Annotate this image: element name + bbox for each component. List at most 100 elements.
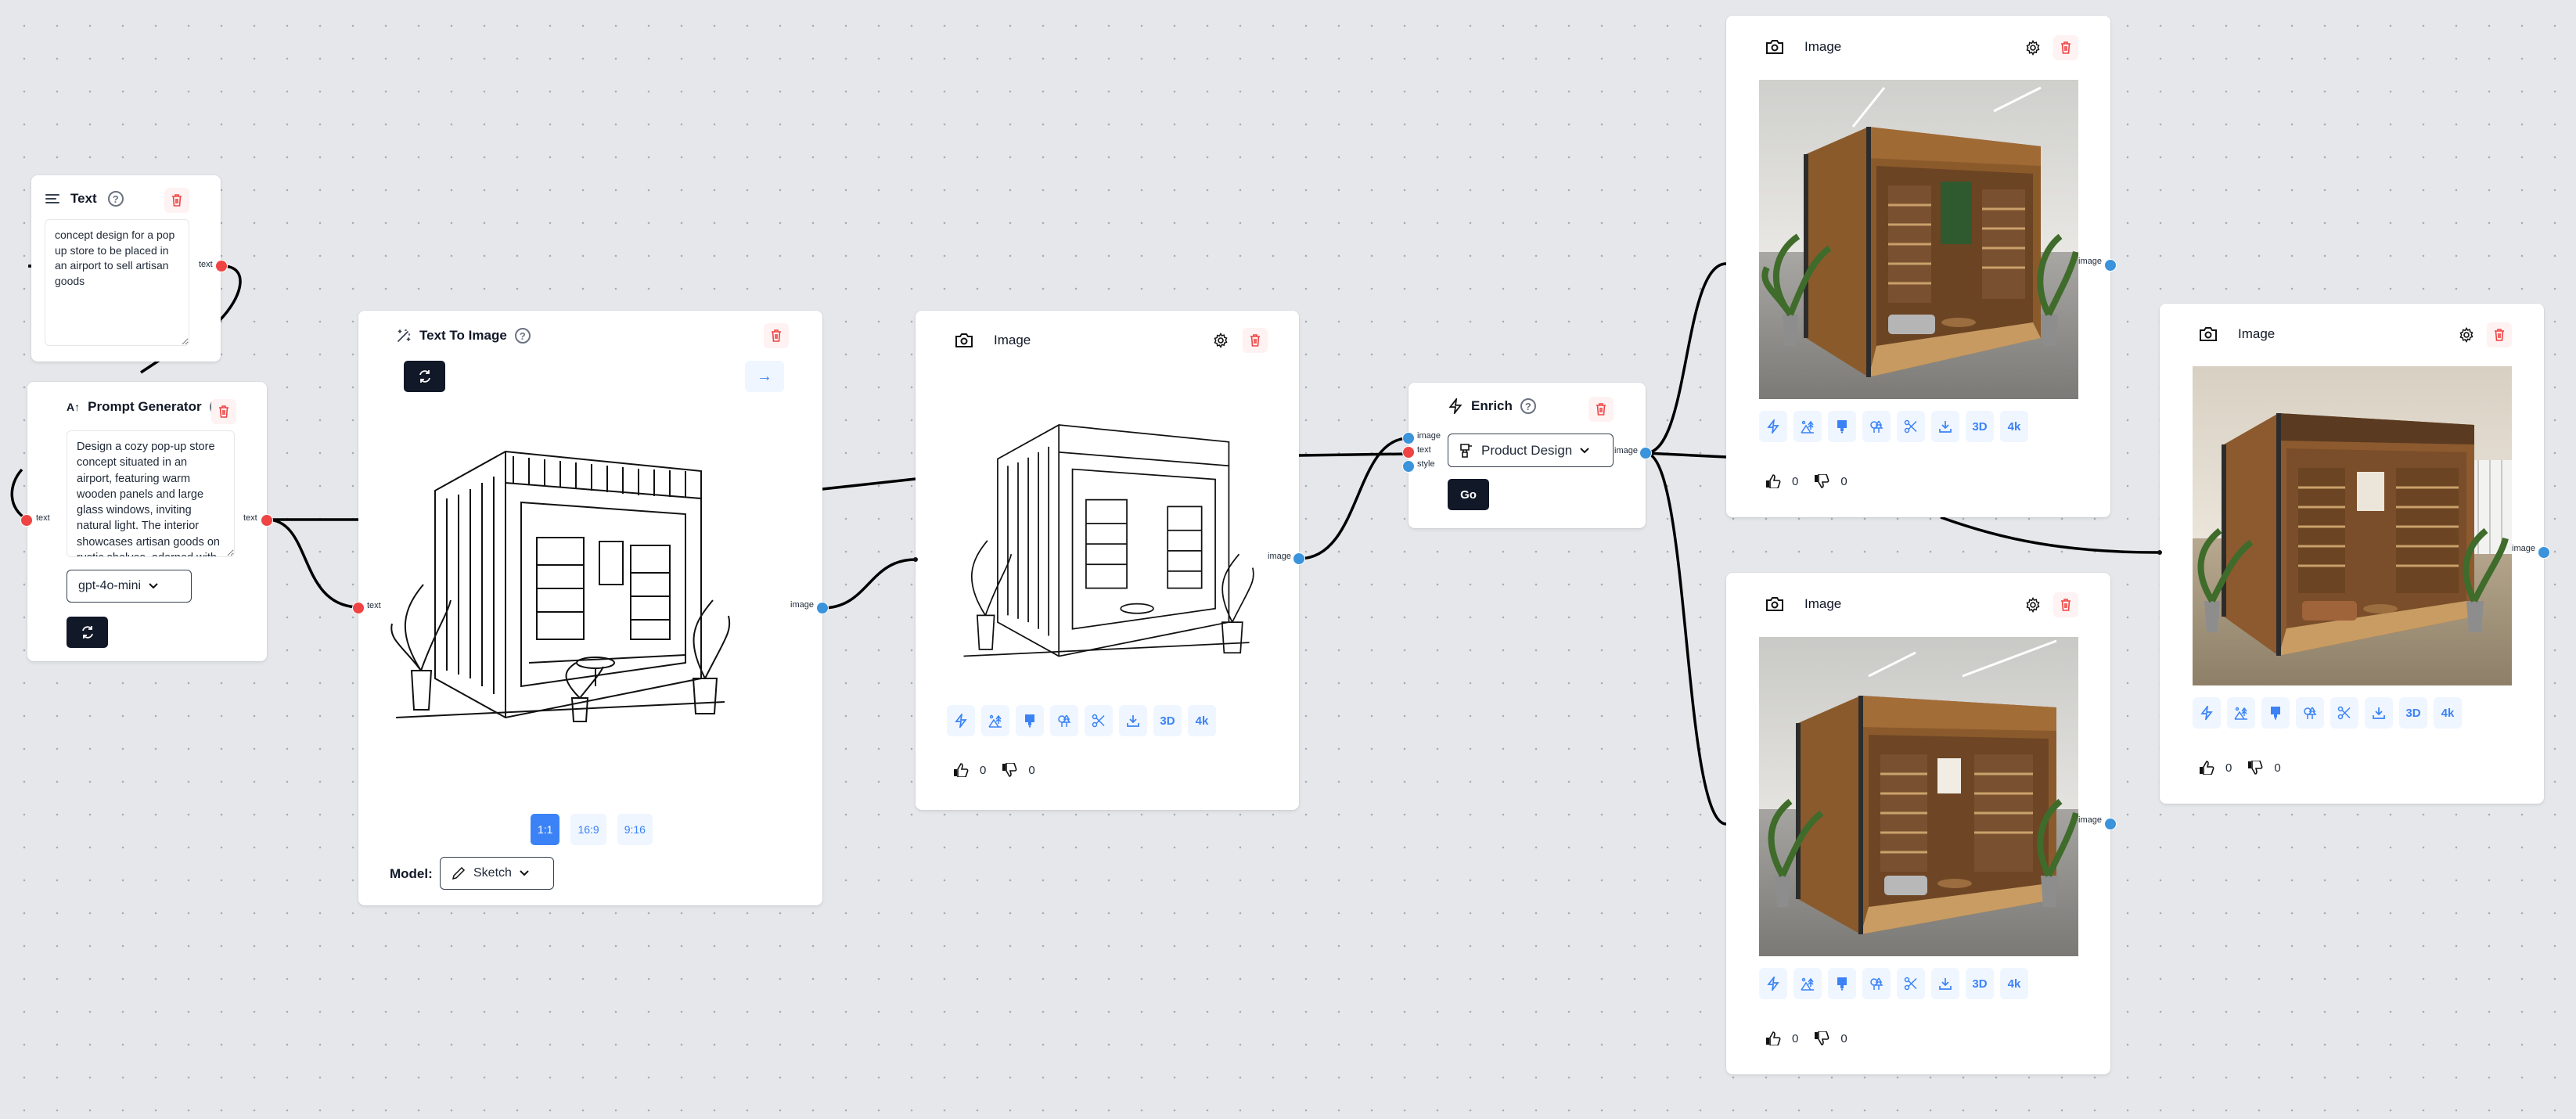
style-tool-button[interactable] — [1828, 411, 1856, 442]
help-icon[interactable]: ? — [1520, 398, 1536, 414]
regenerate-button[interactable] — [404, 361, 445, 392]
render-image — [1759, 80, 2078, 399]
thumbs-down-icon[interactable] — [1002, 763, 1017, 777]
thumbs-down-icon[interactable] — [1814, 474, 1829, 488]
download-button[interactable] — [2365, 697, 2393, 729]
image-node-header: Image — [955, 333, 1031, 348]
prompt-generator-node[interactable]: A↑ Prompt Generator ? Design a cozy pop-… — [27, 382, 267, 661]
3d-button[interactable]: 3D — [1153, 705, 1182, 736]
text-to-image-output-port[interactable] — [816, 602, 829, 614]
enrich-tool-button[interactable] — [1759, 411, 1787, 442]
trees-tool-button[interactable] — [1050, 705, 1078, 736]
4k-button[interactable]: 4k — [2000, 411, 2028, 442]
text-to-image-input-port[interactable] — [352, 602, 365, 614]
download-button[interactable] — [1931, 968, 1959, 999]
prompt-output[interactable]: Design a cozy pop-up store concept situa… — [67, 430, 235, 557]
delete-button[interactable] — [211, 399, 236, 424]
delete-button[interactable] — [2053, 592, 2078, 617]
style-select[interactable]: Product Design — [1448, 434, 1614, 467]
settings-button[interactable] — [2022, 594, 2044, 616]
download-button[interactable] — [1119, 705, 1147, 736]
help-icon[interactable]: ? — [514, 328, 531, 344]
enrich-output-port[interactable] — [1639, 447, 1652, 459]
edge-tti-to-image — [822, 558, 916, 610]
prompt-generator-input-port[interactable] — [20, 514, 33, 527]
model-select[interactable]: Sketch — [440, 857, 554, 890]
paintbrush-icon — [1836, 977, 1848, 991]
thumbs-down-icon[interactable] — [2247, 761, 2263, 775]
render-image — [1759, 637, 2078, 956]
delete-button[interactable] — [164, 188, 189, 213]
style-tool-button[interactable] — [2261, 697, 2290, 729]
text-node-input-handle[interactable] — [28, 264, 31, 268]
aspect-ratio-16-9[interactable]: 16:9 — [570, 814, 606, 845]
landscape-tool-button[interactable] — [981, 705, 1009, 736]
settings-button[interactable] — [2455, 324, 2477, 346]
3d-button[interactable]: 3D — [1966, 411, 1994, 442]
enrich-input-image-port[interactable] — [1402, 432, 1415, 444]
landscape-tool-button[interactable] — [2227, 697, 2255, 729]
text-node-output-port[interactable] — [215, 260, 228, 272]
prompt-generator-output-port[interactable] — [261, 514, 273, 527]
image-sketch-output-port[interactable] — [1293, 552, 1305, 565]
next-button[interactable]: → — [745, 361, 784, 392]
enrich-tool-button[interactable] — [1759, 968, 1787, 999]
cut-tool-button[interactable] — [1897, 411, 1925, 442]
style-tool-button[interactable] — [1828, 968, 1856, 999]
enrich-node[interactable]: Enrich ? Product Design Go — [1409, 383, 1646, 528]
3d-button[interactable]: 3D — [1966, 968, 1994, 999]
aspect-ratio-1-1[interactable]: 1:1 — [531, 814, 560, 845]
image-sketch-input-handle[interactable] — [913, 557, 918, 562]
enrich-input-text-port[interactable] — [1402, 446, 1415, 459]
4k-button[interactable]: 4k — [2000, 968, 2028, 999]
regenerate-button[interactable] — [67, 617, 108, 648]
thumbs-up-icon[interactable] — [2199, 761, 2214, 775]
enrich-tool-button[interactable] — [947, 705, 975, 736]
trees-tool-button[interactable] — [2296, 697, 2324, 729]
help-icon[interactable]: ? — [107, 191, 124, 207]
thumbs-up-icon[interactable] — [1765, 1031, 1781, 1045]
go-button[interactable]: Go — [1448, 479, 1489, 510]
delete-button[interactable] — [1588, 397, 1614, 422]
model-select[interactable]: gpt-4o-mini — [67, 570, 192, 603]
4k-button[interactable]: 4k — [1188, 705, 1216, 736]
delete-button[interactable] — [764, 323, 789, 348]
image-bottom-output-port[interactable] — [2104, 818, 2117, 830]
download-button[interactable] — [1931, 411, 1959, 442]
image-right-input-handle[interactable] — [2157, 550, 2162, 555]
delete-button[interactable] — [1243, 328, 1268, 353]
text-node[interactable]: Text ? concept design for a pop up store… — [31, 175, 221, 362]
image-node-right[interactable]: Image 3D 4k 0 0 — [2160, 304, 2544, 804]
settings-button[interactable] — [2022, 37, 2044, 59]
image-node-bottom[interactable]: Image 3D 4k 0 0 — [1726, 573, 2110, 1074]
enrich-input-style-port[interactable] — [1402, 460, 1415, 473]
text-input[interactable]: concept design for a pop up store to be … — [45, 219, 189, 346]
sketch-image — [947, 405, 1266, 690]
image-right-output-port[interactable] — [2538, 546, 2550, 559]
image-node-top[interactable]: Image 3D 4k 0 0 — [1726, 16, 2110, 517]
4k-button[interactable]: 4k — [2434, 697, 2462, 729]
landscape-tool-button[interactable] — [1793, 968, 1822, 999]
thumbs-up-icon[interactable] — [953, 763, 969, 777]
aspect-ratio-9-16[interactable]: 9:16 — [617, 814, 653, 845]
cut-tool-button[interactable] — [1085, 705, 1113, 736]
trees-tool-button[interactable] — [1862, 411, 1891, 442]
delete-button[interactable] — [2053, 35, 2078, 60]
delete-button[interactable] — [2487, 322, 2512, 347]
text-to-image-node[interactable]: Text To Image ? → 1:1 16:9 9:16 Model: S… — [358, 311, 822, 905]
thumbs-up-icon[interactable] — [1765, 474, 1781, 488]
thumbs-down-icon[interactable] — [1814, 1031, 1829, 1045]
download-icon — [2372, 706, 2386, 720]
3d-button[interactable]: 3D — [2399, 697, 2427, 729]
cut-tool-button[interactable] — [1897, 968, 1925, 999]
settings-button[interactable] — [1210, 329, 1232, 351]
style-tool-button[interactable] — [1016, 705, 1044, 736]
text-to-image-header: Text To Image ? — [396, 328, 531, 344]
landscape-tool-button[interactable] — [1793, 411, 1822, 442]
cut-tool-button[interactable] — [2330, 697, 2358, 729]
enrich-tool-button[interactable] — [2193, 697, 2221, 729]
trees-tool-button[interactable] — [1862, 968, 1891, 999]
edge-enrich-to-top — [1645, 262, 1727, 455]
image-node-sketch[interactable]: Image 3D 4k 0 0 — [916, 311, 1299, 810]
image-top-output-port[interactable] — [2104, 259, 2117, 272]
